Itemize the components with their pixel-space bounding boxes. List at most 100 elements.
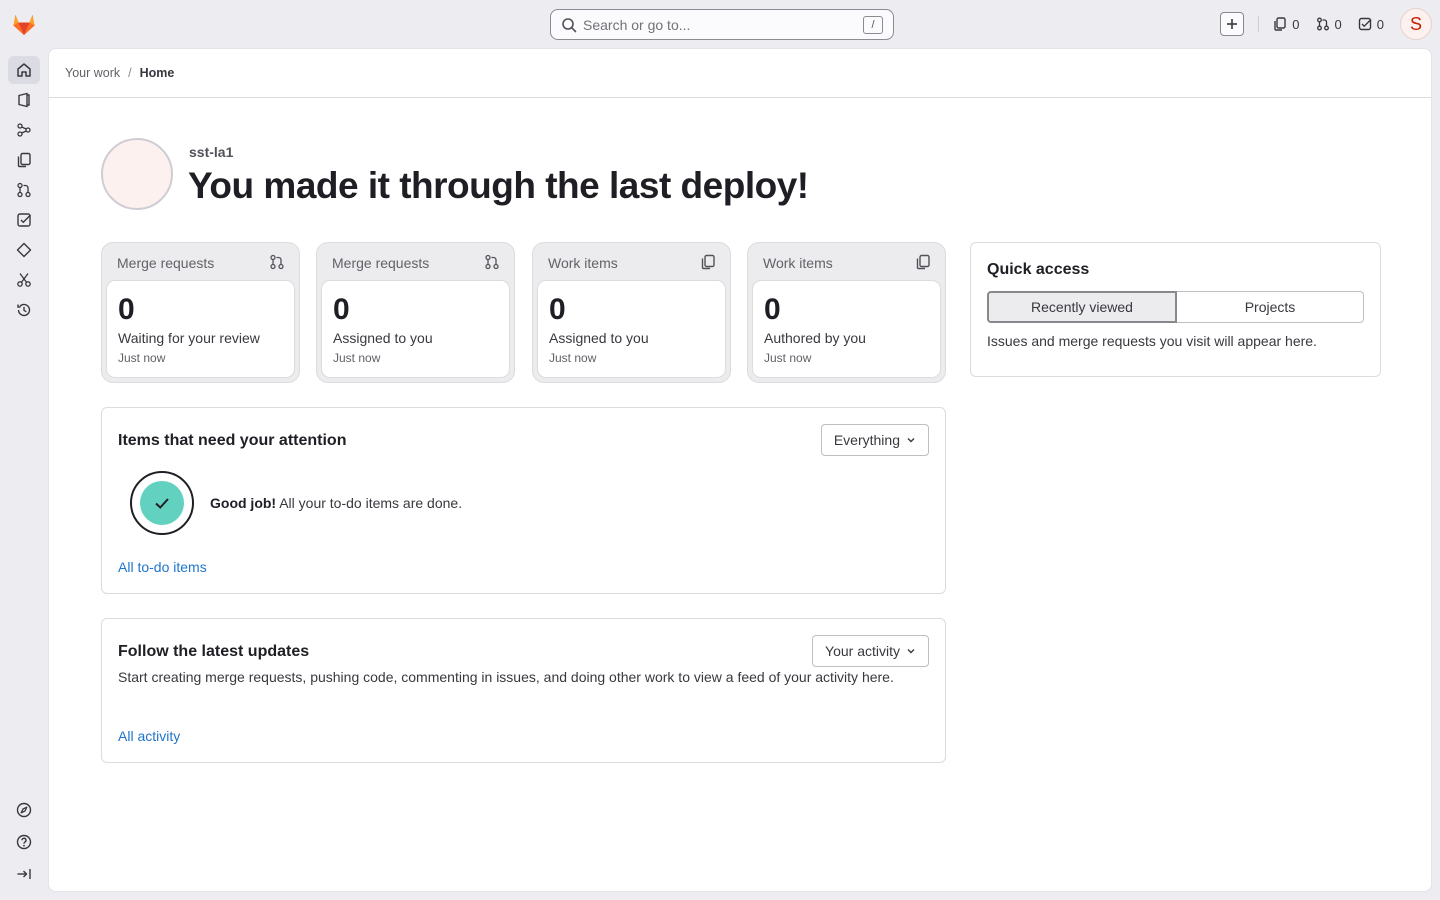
quick-access-card: Quick access Recently viewed Projects Is… — [970, 242, 1381, 377]
plus-icon — [1227, 19, 1238, 29]
page-title: You made it through the last deploy! — [188, 165, 809, 206]
updates-description: Start creating merge requests, pushing c… — [118, 669, 894, 685]
stat-timestamp: Just now — [118, 351, 166, 365]
stat-timestamp: Just now — [549, 351, 597, 365]
username: sst-la1 — [189, 144, 234, 160]
stat-label: Authored by you — [764, 330, 866, 346]
updates-card: Follow the latest updates Your activity … — [101, 618, 946, 763]
sidebar-item-projects[interactable] — [8, 86, 40, 114]
breadcrumb-your-work[interactable]: Your work — [65, 66, 120, 80]
stat-card-title: Work items — [548, 255, 618, 271]
stat-card-work-assigned[interactable]: Work items 0 Assigned to you Just now — [532, 242, 731, 383]
merge-requests-counter-button[interactable]: 0 — [1316, 17, 1342, 32]
all-activity-link[interactable]: All activity — [118, 728, 180, 744]
search-placeholder: Search or go to... — [583, 16, 691, 33]
search-shortcut-key: / — [863, 15, 883, 34]
stat-card-title: Merge requests — [117, 255, 215, 271]
sidebar-item-home[interactable] — [8, 56, 40, 84]
stat-card-body: 0 Assigned to you Just now — [321, 280, 510, 378]
stat-count: 0 — [333, 293, 350, 326]
all-todo-items-link[interactable]: All to-do items — [118, 559, 207, 575]
search-input[interactable]: Search or go to... / — [550, 9, 894, 40]
quick-access-tabs: Recently viewed Projects — [987, 291, 1364, 323]
sidebar-item-todos[interactable] — [8, 206, 40, 234]
activity-filter-dropdown[interactable]: Your activity — [812, 635, 929, 667]
stat-card-mr-assigned[interactable]: Merge requests 0 Assigned to you Just no… — [316, 242, 515, 383]
breadcrumb-current[interactable]: Home — [140, 66, 175, 80]
attention-filter-dropdown[interactable]: Everything — [820, 424, 929, 456]
collapse-icon — [17, 869, 31, 879]
stat-card-mr-review[interactable]: Merge requests 0 Waiting for your review… — [101, 242, 300, 383]
issues-count: 0 — [1292, 16, 1300, 32]
top-bar: Search or go to... / 0 0 0 S — [0, 0, 1440, 48]
stat-timestamp: Just now — [333, 351, 381, 365]
merge-request-icon — [17, 182, 31, 198]
merge-requests-count: 0 — [1334, 16, 1342, 32]
home-icon — [17, 63, 31, 77]
stat-timestamp: Just now — [764, 351, 812, 365]
top-right-actions: 0 0 0 S — [1220, 8, 1432, 40]
project-icon — [18, 92, 30, 108]
stat-card-body: 0 Assigned to you Just now — [537, 280, 726, 378]
sidebar-item-milestones[interactable] — [8, 236, 40, 264]
issues-icon — [915, 254, 931, 270]
updates-title: Follow the latest updates — [118, 643, 310, 660]
stat-card-body: 0 Waiting for your review Just now — [106, 280, 295, 378]
merge-request-icon — [269, 254, 285, 270]
tab-projects[interactable]: Projects — [1177, 291, 1364, 323]
stat-label: Assigned to you — [549, 330, 649, 346]
quick-access-title: Quick access — [987, 261, 1090, 278]
divider — [1258, 16, 1260, 32]
todo-icon — [17, 213, 31, 227]
todo-count: 0 — [1376, 16, 1384, 32]
attention-filter-value: Everything — [833, 432, 900, 448]
user-avatar[interactable]: S — [1400, 8, 1432, 40]
quick-access-empty-note: Issues and merge requests you visit will… — [987, 333, 1317, 349]
todo-counter-button[interactable]: 0 — [1358, 17, 1384, 32]
stat-count: 0 — [118, 293, 135, 326]
gitlab-logo-icon[interactable] — [10, 10, 38, 38]
sidebar-item-snippets[interactable] — [8, 266, 40, 294]
all-done-illustration — [130, 471, 194, 535]
sidebar-item-help[interactable] — [8, 828, 40, 856]
stat-label: Assigned to you — [333, 330, 433, 346]
stat-label: Waiting for your review — [118, 330, 260, 346]
milestone-icon — [16, 242, 32, 258]
stat-card-work-authored[interactable]: Work items 0 Authored by you Just now — [747, 242, 946, 383]
issues-counter-button[interactable]: 0 — [1273, 16, 1300, 32]
stat-card-body: 0 Authored by you Just now — [752, 280, 941, 378]
attention-title: Items that need your attention — [118, 432, 347, 449]
help-icon — [16, 834, 32, 850]
check-icon — [140, 481, 184, 525]
stat-card-title: Work items — [763, 255, 833, 271]
chevron-down-icon — [907, 649, 915, 654]
all-done-bold: Good job! — [210, 495, 277, 511]
merge-request-icon — [1316, 17, 1329, 31]
sidebar — [0, 48, 48, 900]
snippet-icon — [17, 273, 31, 287]
sidebar-item-groups[interactable] — [8, 116, 40, 144]
stat-count: 0 — [549, 293, 566, 326]
sidebar-item-activity[interactable] — [8, 296, 40, 324]
sidebar-item-explore[interactable] — [8, 796, 40, 824]
chevron-down-icon — [907, 438, 915, 443]
sidebar-collapse-button[interactable] — [8, 860, 40, 888]
todo-icon — [1358, 17, 1372, 31]
attention-card: Items that need your attention Everythin… — [101, 407, 946, 594]
activity-filter-value: Your activity — [825, 643, 900, 659]
issues-icon — [17, 152, 31, 168]
stat-card-title: Merge requests — [332, 255, 430, 271]
sidebar-item-merge-requests[interactable] — [8, 176, 40, 204]
all-done-rest: All your to-do items are done. — [276, 495, 463, 511]
merge-request-icon — [484, 254, 500, 270]
profile-avatar[interactable] — [101, 138, 173, 210]
breadcrumb-separator: / — [128, 66, 132, 80]
tab-recently-viewed[interactable]: Recently viewed — [987, 291, 1177, 323]
all-done-message: Good job! All your to-do items are done. — [210, 495, 462, 511]
create-new-button[interactable] — [1220, 12, 1245, 36]
search-icon — [561, 17, 577, 33]
sidebar-item-issues[interactable] — [8, 146, 40, 174]
group-icon — [17, 123, 31, 137]
issues-icon — [700, 254, 716, 270]
stat-count: 0 — [764, 293, 781, 326]
